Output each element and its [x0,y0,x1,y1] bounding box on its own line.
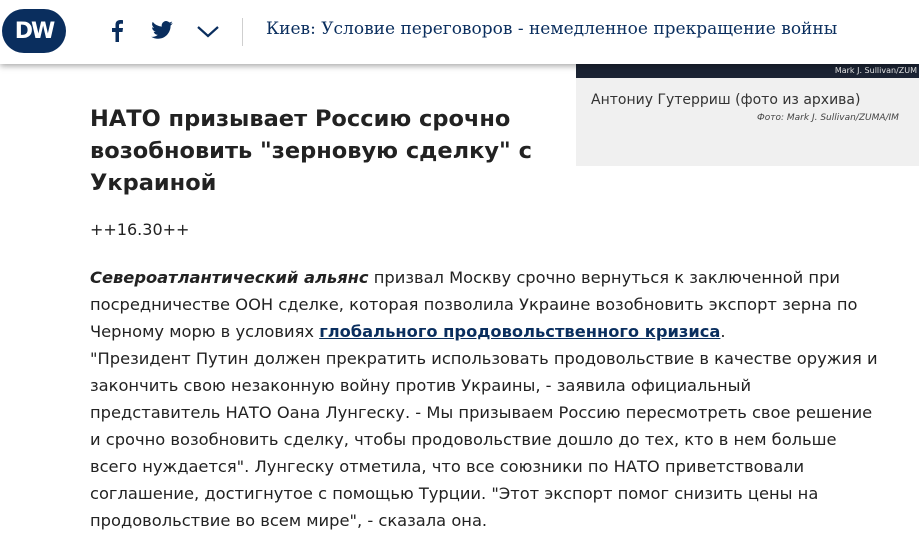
dw-logo[interactable]: DW [2,9,66,53]
image-card: Mark J. Sullivan/ZUM Антониу Гутерриш (ф… [576,64,919,166]
facebook-icon[interactable] [108,20,126,42]
lead-text: Североатлантический альянс [90,268,369,287]
image-overlay-credit: Mark J. Sullivan/ZUM [834,66,917,75]
twitter-icon[interactable] [151,21,173,39]
article-title: НАТО призывает Россию срочно возобновить… [90,106,532,196]
paragraph-end: . [720,322,726,341]
header-headline-link[interactable]: Киев: Условие переговоров - немедленное … [266,19,837,39]
article-body: Североатлантический альянс призвал Москв… [90,264,880,534]
logo-text: DW [14,18,56,44]
image-caption: Антониу Гутерриш (фото из архива) [591,92,861,108]
header-divider [242,18,243,46]
chevron-down-icon[interactable] [197,26,219,38]
article-image[interactable]: Mark J. Sullivan/ZUM [576,64,919,78]
photo-credit: Фото: Mark J. Sullivan/ZUMA/IM [757,113,899,123]
timestamp: ++16.30++ [90,220,190,239]
top-bar: DW Киев: Условие переговоров - немедленн… [0,0,919,64]
food-crisis-link[interactable]: глобального продовольственного кризиса [319,322,720,341]
quote-paragraph: "Президент Путин должен прекратить испол… [90,349,878,530]
